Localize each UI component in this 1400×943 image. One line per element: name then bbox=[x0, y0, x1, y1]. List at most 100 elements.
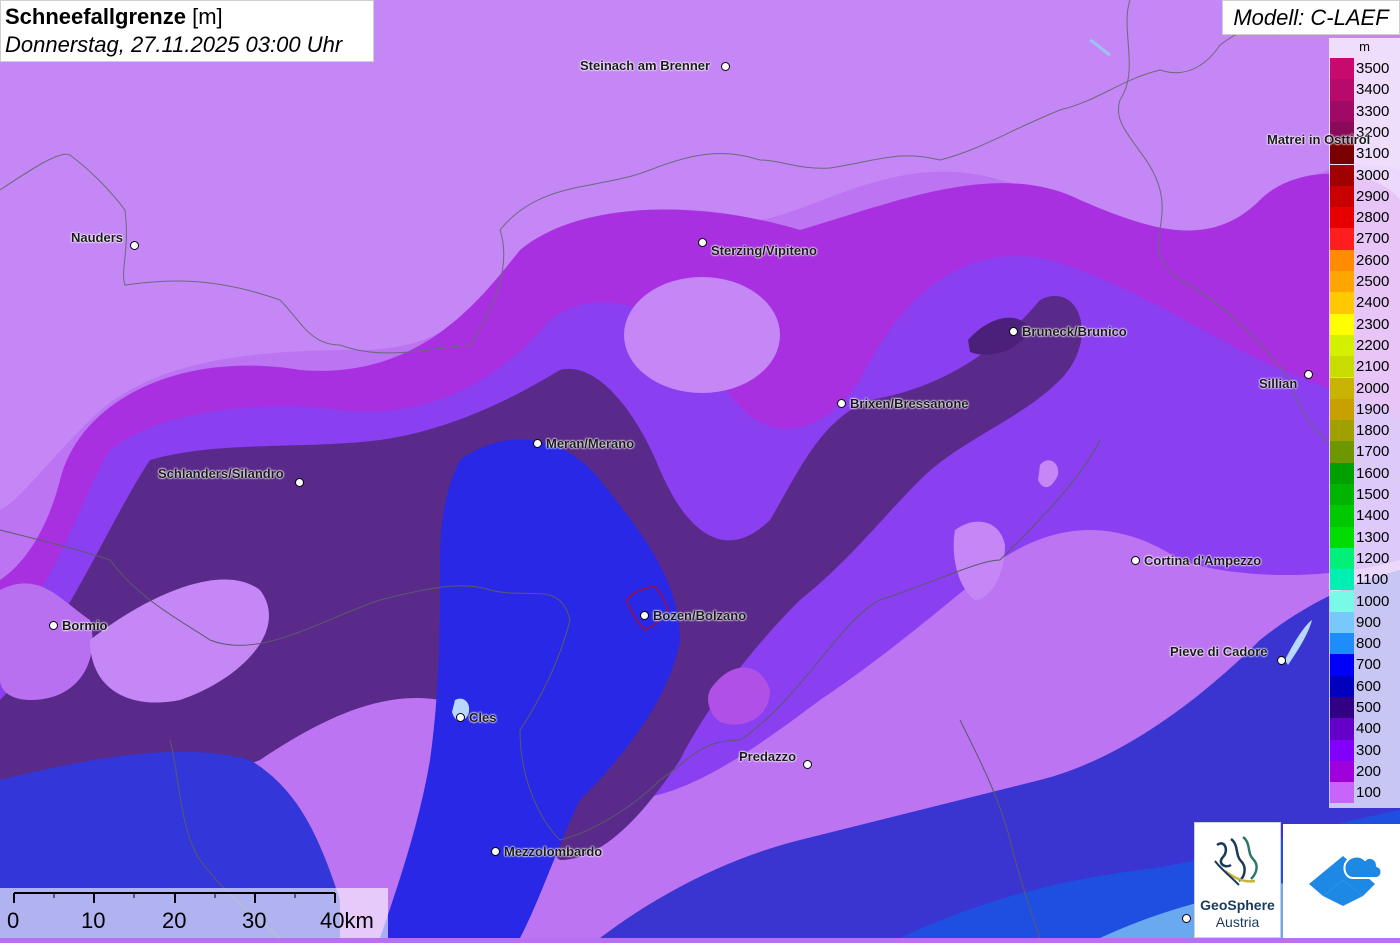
legend-label: 2000 bbox=[1356, 379, 1390, 397]
legend-row: 1900 bbox=[1329, 398, 1400, 421]
legend-label: 600 bbox=[1356, 677, 1382, 695]
legend-swatch bbox=[1330, 633, 1354, 655]
legend-swatch bbox=[1330, 207, 1354, 229]
city-dot[interactable] bbox=[1009, 327, 1018, 336]
legend-row: 2700 bbox=[1329, 228, 1400, 250]
legend-row: 2500 bbox=[1329, 271, 1400, 293]
legend-label: 100 bbox=[1356, 784, 1382, 802]
scale-bar: 0 10 20 30 40km bbox=[0, 888, 388, 938]
legend-row: 2000 bbox=[1329, 377, 1400, 399]
city-dot[interactable] bbox=[803, 760, 812, 769]
legend-row: 1100 bbox=[1329, 569, 1400, 591]
legend-label: 1500 bbox=[1356, 486, 1390, 503]
legend-swatch bbox=[1330, 569, 1354, 591]
legend-swatch bbox=[1330, 398, 1354, 421]
legend-label: 900 bbox=[1356, 613, 1382, 631]
legend-row: 1300 bbox=[1329, 526, 1400, 548]
legend-row: 2200 bbox=[1329, 334, 1400, 357]
legend-swatch bbox=[1330, 79, 1354, 101]
legend-row: 2600 bbox=[1329, 249, 1400, 271]
legend-swatch bbox=[1330, 590, 1354, 612]
legend-row: 2400 bbox=[1329, 292, 1400, 314]
legend-row: 100 bbox=[1329, 782, 1400, 804]
legend-row: 500 bbox=[1329, 697, 1400, 719]
legend-swatch bbox=[1330, 718, 1354, 740]
geosphere-logo-name: GeoSphere bbox=[1200, 897, 1275, 913]
city-label-nauders: Nauders bbox=[71, 230, 124, 245]
legend-swatch bbox=[1330, 611, 1354, 634]
legend-swatch bbox=[1330, 100, 1354, 122]
city-label-meran: Meran/Merano bbox=[546, 436, 635, 451]
city-dot[interactable] bbox=[1277, 656, 1286, 665]
title-box: Schneefallgrenze [m] Donnerstag, 27.11.2… bbox=[0, 0, 374, 62]
legend-swatch bbox=[1330, 441, 1354, 463]
scale-label-0: 0 bbox=[7, 908, 20, 933]
city-dot[interactable] bbox=[49, 621, 58, 630]
legend-label: 1100 bbox=[1356, 571, 1389, 589]
legend-swatch bbox=[1330, 547, 1354, 570]
title-main: Schneefallgrenze bbox=[5, 4, 186, 29]
city-dot[interactable] bbox=[1131, 556, 1140, 565]
legend-swatch bbox=[1330, 164, 1354, 186]
legend-swatch bbox=[1330, 356, 1354, 378]
city-dot[interactable] bbox=[130, 241, 139, 250]
legend-label: 400 bbox=[1356, 720, 1382, 738]
city-dot[interactable] bbox=[640, 611, 649, 620]
city-label-sterzing: Sterzing/Vipiteno bbox=[711, 243, 817, 258]
legend-row: 200 bbox=[1329, 760, 1400, 783]
legend-row: 3000 bbox=[1329, 164, 1400, 186]
cloud-arrow-icon bbox=[1309, 855, 1383, 906]
geosphere-logo-sub: Austria bbox=[1215, 914, 1260, 930]
legend-label: 1000 bbox=[1356, 592, 1390, 610]
app-logo[interactable] bbox=[1283, 824, 1400, 938]
legend-swatch bbox=[1330, 462, 1354, 484]
city-label-predazzo: Predazzo bbox=[739, 749, 797, 764]
legend-swatch bbox=[1330, 654, 1354, 676]
city-dot[interactable] bbox=[295, 478, 304, 487]
city-label-schlanders: Schlanders/Silandro bbox=[158, 466, 284, 481]
legend-label: 2700 bbox=[1356, 230, 1390, 248]
legend-swatch bbox=[1330, 505, 1354, 527]
legend-swatch bbox=[1330, 739, 1354, 761]
legend-label: 3400 bbox=[1356, 81, 1390, 99]
legend-swatch bbox=[1330, 228, 1354, 250]
legend-row: 900 bbox=[1329, 611, 1400, 634]
legend-row: 2100 bbox=[1329, 356, 1400, 378]
legend-row: 600 bbox=[1329, 675, 1400, 697]
legend-row: 3400 bbox=[1329, 79, 1400, 101]
city-dot[interactable] bbox=[491, 847, 500, 856]
map-zone-light-sterzing bbox=[624, 277, 780, 393]
legend-label: 2600 bbox=[1356, 251, 1390, 269]
city-label-cortina: Cortina d'Ampezzo bbox=[1144, 553, 1262, 568]
color-legend: m 3500 3400 3300 3200 3100 3000 2900 2800 2700 26… bbox=[1329, 38, 1400, 808]
legend-row: 1700 bbox=[1329, 441, 1400, 463]
legend-swatch bbox=[1330, 271, 1354, 293]
legend-label: 200 bbox=[1356, 762, 1382, 780]
city-dot[interactable] bbox=[837, 399, 846, 408]
legend-swatch bbox=[1330, 334, 1354, 357]
legend-label: 1900 bbox=[1356, 400, 1390, 418]
geosphere-logo[interactable]: GeoSphere Austria bbox=[1194, 822, 1281, 938]
legend-label: 1200 bbox=[1356, 549, 1390, 567]
legend-label: 2900 bbox=[1356, 187, 1390, 205]
legend-swatch bbox=[1330, 760, 1354, 783]
city-label-bormio: Bormio bbox=[62, 618, 108, 633]
city-dot[interactable] bbox=[1182, 914, 1191, 923]
scale-label-30: 30 bbox=[242, 908, 267, 933]
legend-row: 700 bbox=[1329, 654, 1400, 676]
legend-row: 2900 bbox=[1329, 185, 1400, 208]
legend-label: 2400 bbox=[1356, 294, 1390, 312]
legend-label: 800 bbox=[1356, 635, 1382, 653]
city-label-bruneck: Bruneck/Brunico bbox=[1022, 324, 1127, 339]
city-dot[interactable] bbox=[456, 713, 465, 722]
city-label-sillian: Sillian bbox=[1259, 376, 1298, 391]
legend-swatch bbox=[1330, 782, 1354, 804]
city-dot[interactable] bbox=[698, 238, 707, 247]
city-dot[interactable] bbox=[533, 439, 542, 448]
legend-swatch bbox=[1330, 58, 1354, 80]
city-dot[interactable] bbox=[721, 62, 730, 71]
city-label-mezzolombardo: Mezzolombardo bbox=[504, 844, 603, 859]
scale-label-40km: 40km bbox=[320, 908, 374, 933]
legend-row: 1500 bbox=[1329, 484, 1400, 506]
city-dot[interactable] bbox=[1304, 370, 1313, 379]
